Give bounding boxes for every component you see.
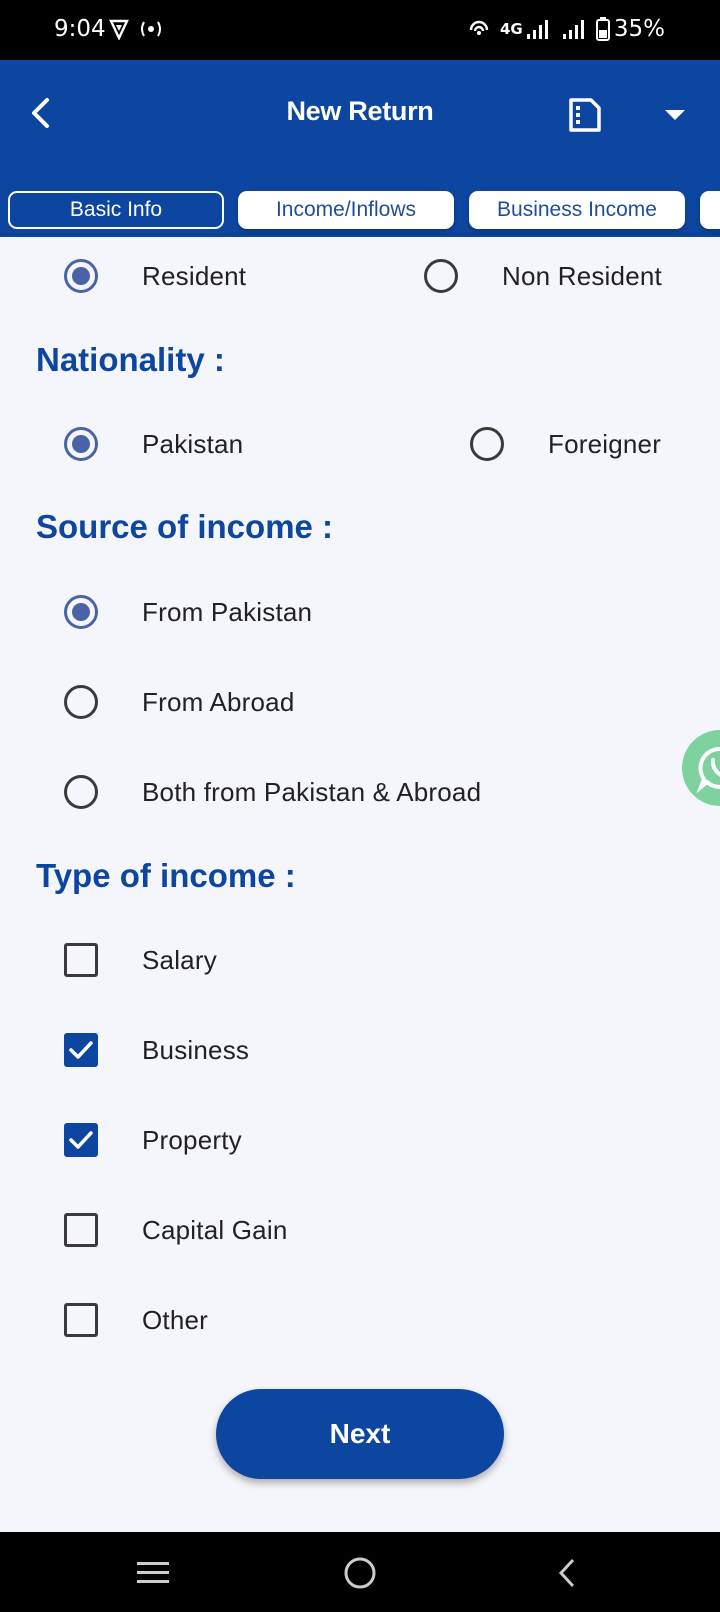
option-label: From Abroad <box>142 686 295 717</box>
battery-icon <box>596 17 610 47</box>
radio-button[interactable] <box>64 427 98 461</box>
home-button[interactable] <box>337 1550 383 1596</box>
tab-income-inflows[interactable]: Income/Inflows <box>238 191 454 229</box>
radio-button[interactable] <box>64 775 98 809</box>
checkbox-option-other[interactable]: Other <box>64 1303 208 1337</box>
option-label: Foreigner <box>548 428 662 459</box>
document-button[interactable] <box>560 90 610 140</box>
radio-option-from-pakistan[interactable]: From Pakistan <box>64 595 312 629</box>
tab-basic-info[interactable]: Basic Info <box>8 191 224 229</box>
option-label: Resident <box>142 260 247 291</box>
whatsapp-icon <box>696 747 720 793</box>
screen: 9:04 4G 35% New Return Basic Info Income… <box>0 0 720 1612</box>
vpn-shield-icon <box>108 18 130 46</box>
whatsapp-button[interactable] <box>682 730 720 806</box>
option-label: From Pakistan <box>142 596 313 627</box>
signal-icon-sim2 <box>562 18 586 46</box>
document-icon <box>569 98 601 132</box>
tab-bar: Basic Info Income/Inflows Business Incom… <box>0 167 720 237</box>
checkbox-option-property[interactable]: Property <box>64 1123 242 1157</box>
checkbox-option-business[interactable]: Business <box>64 1033 249 1067</box>
system-back-button[interactable] <box>544 1550 590 1596</box>
signal-icon-sim1 <box>526 18 550 46</box>
checkbox[interactable] <box>64 1123 98 1157</box>
option-label: Property <box>142 1124 242 1155</box>
next-button[interactable]: Next <box>216 1389 504 1479</box>
checkbox[interactable] <box>64 1213 98 1247</box>
radio-button[interactable] <box>64 595 98 629</box>
app-bar: New Return <box>0 60 720 167</box>
checkbox-option-capital-gain[interactable]: Capital Gain <box>64 1213 287 1247</box>
option-label: Other <box>142 1304 209 1335</box>
radio-button[interactable] <box>424 259 458 293</box>
radio-option-non-resident[interactable]: Non Resident <box>424 259 662 293</box>
option-label: Both from Pakistan & Abroad <box>142 776 482 807</box>
radio-option-from-abroad[interactable]: From Abroad <box>64 685 295 719</box>
system-nav-bar <box>0 1532 720 1612</box>
caret-down-icon <box>665 110 685 120</box>
home-circle-icon <box>344 1557 376 1589</box>
hotspot-icon <box>138 18 164 46</box>
checkmark-icon <box>69 1131 93 1149</box>
back-chevron-icon <box>558 1558 575 1588</box>
status-time: 9:04 <box>54 16 106 42</box>
section-title-source-of-income: Source of income : <box>36 508 334 545</box>
network-type: 4G <box>500 20 523 38</box>
checkbox-option-salary[interactable]: Salary <box>64 943 217 977</box>
radio-option-pakistan[interactable]: Pakistan <box>64 427 243 461</box>
checkbox[interactable] <box>64 1033 98 1067</box>
page-title: New Return <box>286 96 434 126</box>
checkbox[interactable] <box>64 1303 98 1337</box>
tab-next-partial[interactable] <box>700 191 720 229</box>
tab-business-income[interactable]: Business Income <box>469 191 685 229</box>
battery-percent: 35% <box>613 16 665 42</box>
radio-button[interactable] <box>64 259 98 293</box>
section-title-nationality: Nationality : <box>36 341 225 378</box>
radio-button[interactable] <box>64 685 98 719</box>
menu-lines-icon <box>137 1562 169 1583</box>
recent-apps-button[interactable] <box>130 1550 176 1596</box>
option-label: Capital Gain <box>142 1214 288 1245</box>
section-title-type-of-income: Type of income : <box>36 857 296 894</box>
option-label: Non Resident <box>502 260 662 291</box>
status-bar: 9:04 4G 35% <box>0 0 720 60</box>
wifi-calling-icon <box>468 18 490 46</box>
radio-button[interactable] <box>470 427 504 461</box>
option-label: Business <box>142 1034 250 1065</box>
radio-option-resident[interactable]: Resident <box>64 259 246 293</box>
radio-option-both[interactable]: Both from Pakistan & Abroad <box>64 775 481 809</box>
radio-option-foreigner[interactable]: Foreigner <box>470 427 661 461</box>
dropdown-menu-button[interactable] <box>650 90 700 140</box>
option-label: Pakistan <box>142 428 244 459</box>
checkbox[interactable] <box>64 943 98 977</box>
checkmark-icon <box>69 1041 93 1059</box>
option-label: Salary <box>142 944 217 975</box>
